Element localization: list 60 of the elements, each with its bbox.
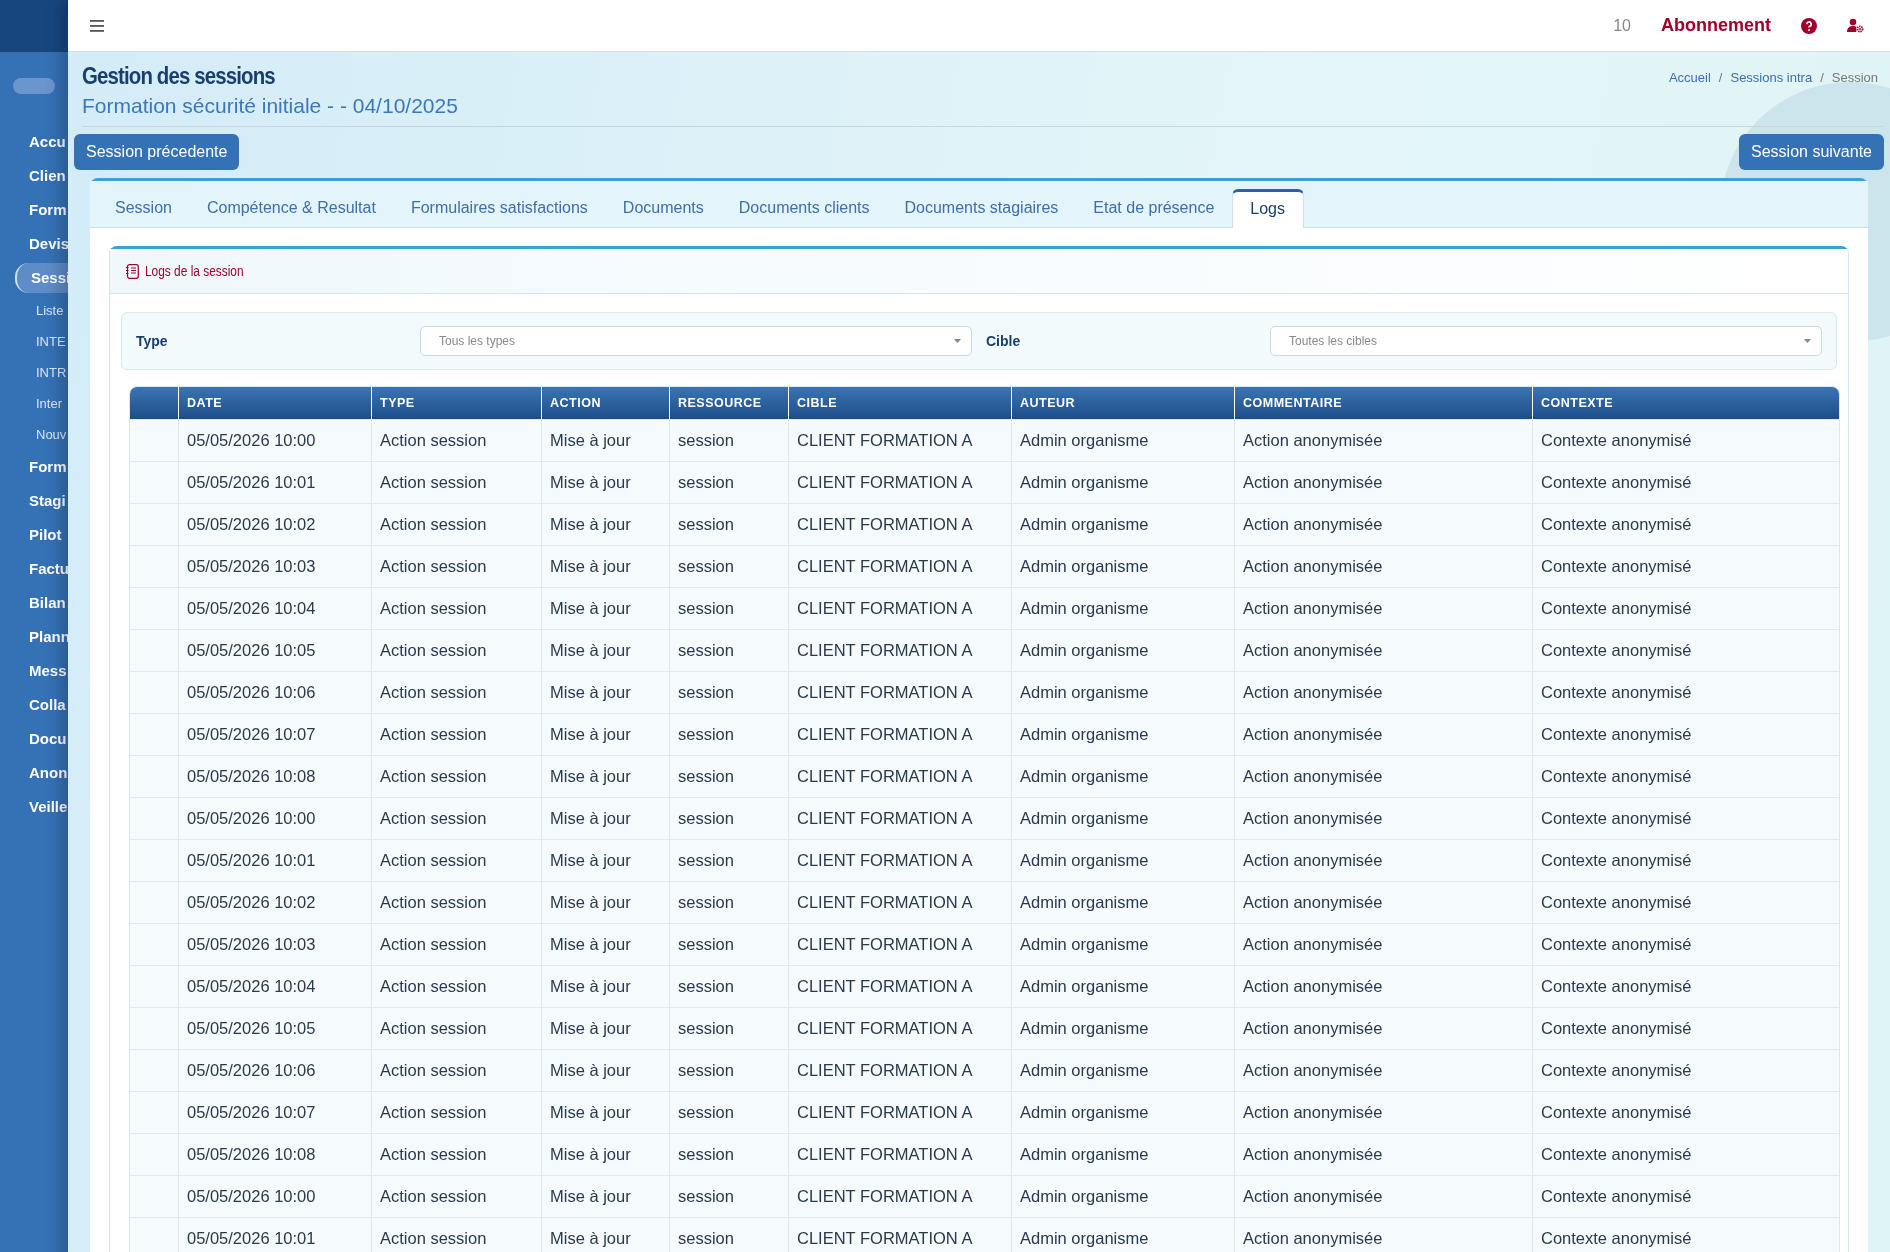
filter-select[interactable]: Toutes les cibles [1270,326,1822,356]
table-cell: Action session [371,1218,541,1252]
breadcrumb-link[interactable]: Sessions intra [1730,70,1813,85]
sidebar-item[interactable]: Veille [0,790,68,824]
table-cell: CLIENT FORMATION A [788,1218,1011,1252]
table-cell: Action anonymisée [1234,1218,1532,1252]
sidebar-item[interactable]: Pilot [0,518,68,552]
breadcrumb-separator: / [1820,70,1824,85]
sidebar-item[interactable]: Clien [0,159,68,193]
table-cell: Contexte anonymisé [1532,1218,1839,1252]
table-cell: Admin organisme [1011,1218,1234,1252]
sidebar-subitem[interactable]: INTE [0,326,68,357]
tab[interactable]: Compétence & Resultat [189,189,394,227]
help-icon[interactable] [1801,17,1817,34]
sidebar-item[interactable]: Accu [0,125,68,159]
sidebar-subitem[interactable]: Inter [0,388,68,419]
card-title: Logs de la session [145,263,244,279]
tab[interactable]: Documents [605,189,722,227]
sidebar-toggle[interactable] [13,78,55,94]
menu-icon[interactable] [90,19,104,32]
sidebar-item[interactable]: Form [0,450,68,484]
caret-icon [954,339,961,343]
sidebar-subitem[interactable]: Nouv [0,419,68,450]
tab[interactable]: Documents clients [721,189,888,227]
list-icon [126,263,139,279]
filter-label: Type [136,333,169,349]
breadcrumb-separator: / [1718,70,1723,85]
subscription-link[interactable]: Abonnement [1661,15,1771,36]
tab[interactable]: Logs [1232,189,1304,228]
table-cell: Mise à jour [541,1218,669,1252]
sidebar-subitem[interactable]: Liste [0,295,68,326]
sidebar-item[interactable]: Form [0,193,68,227]
page-title: Gestion des sessions [82,62,276,90]
sidebar-item[interactable]: Factu [0,552,68,586]
notification-count[interactable]: 10 [1613,16,1631,35]
next-session-button[interactable]: Session suivante [1739,134,1884,170]
sidebar-item[interactable]: Devis [0,227,68,261]
tab[interactable]: Documents stagiaires [887,189,1077,227]
caret-icon [1804,339,1811,343]
sidebar-item[interactable]: Colla [0,688,68,722]
breadcrumb-current: Session [1831,70,1878,85]
sidebar-item[interactable]: Anon [0,756,68,790]
sidebar-item[interactable]: Bilan [0,586,68,620]
sidebar-item[interactable]: Plann [0,620,68,654]
filter-label: Cible [986,333,1022,349]
sidebar-item[interactable]: Stagi [0,484,68,518]
breadcrumb-link[interactable]: Accueil [1668,70,1711,85]
sidebar-item[interactable]: Docu [0,722,68,756]
sidebar-header [0,0,68,52]
previous-session-button[interactable]: Session précedente [74,134,240,170]
user-settings-icon[interactable] [1847,18,1864,33]
sidebar-subitem[interactable]: INTR [0,357,68,388]
page-subtitle: Formation sécurité initiale - - 04/10/2025 [82,94,458,118]
table-cell: 05/05/2026 10:01 [178,1218,371,1252]
tab[interactable]: Session [98,189,190,227]
tab[interactable]: Etat de présence [1076,189,1233,227]
table-cell: session [669,1218,788,1252]
tab[interactable]: Formulaires satisfactions [393,189,606,227]
sidebar-item[interactable]: Mess [0,654,68,688]
filter-select[interactable]: Tous les types [420,326,972,356]
